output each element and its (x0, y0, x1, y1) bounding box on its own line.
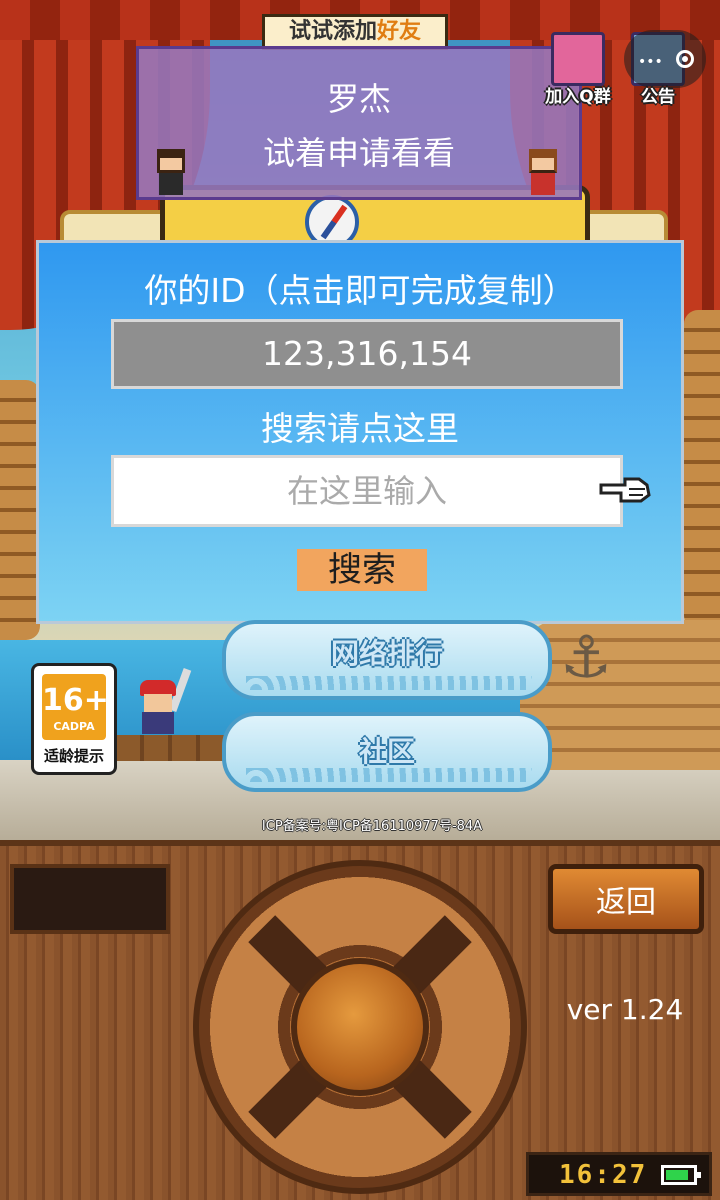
suggested-friend-name: 罗杰 (326, 80, 391, 118)
icp-license-text: ICP备案号:粤ICP备16110977号-84A (261, 819, 483, 834)
back-button[interactable]: 返回 (548, 864, 704, 934)
your-id-copy-box[interactable]: 123,316,154 (111, 319, 623, 389)
friend-avatar-icon (525, 149, 561, 197)
pointing-hand-icon (599, 477, 651, 503)
player-avatar-icon (153, 149, 189, 197)
age-rating-icon: 16+ CADPA (42, 674, 109, 740)
clock: 16:27 (559, 1160, 648, 1190)
qq-group-icon (551, 32, 605, 86)
battery-icon (661, 1165, 701, 1185)
join-qq-group-button[interactable]: 加入Q群 (538, 32, 618, 112)
add-friend-banner: 试试添加好友 (262, 14, 448, 50)
friend-suggestion-panel[interactable]: 罗杰 试着申请看看 (136, 46, 582, 200)
close-target-icon[interactable] (676, 50, 694, 68)
online-ranking-button[interactable]: 网络排行 (222, 620, 552, 700)
online-ranking-label: 网络排行 (330, 637, 443, 670)
age-rating-caption: 适龄提示 (43, 747, 104, 765)
more-dots-icon[interactable]: ••• (638, 54, 663, 70)
join-qq-group-label: 加入Q群 (545, 87, 611, 107)
suggested-friend-hint: 试着申请看看 (262, 134, 455, 172)
banner-title-highlight: 好友 (377, 19, 422, 44)
age-rating-value: 16+ (42, 683, 109, 718)
age-rating-badge[interactable]: 16+ CADPA 适龄提示 (31, 663, 117, 775)
wave-decoration (246, 676, 532, 690)
wave-decoration (246, 768, 532, 782)
anchor-icon: ⚓ (560, 623, 612, 691)
barrel-left (0, 380, 40, 640)
dpad-control[interactable] (193, 860, 527, 1194)
your-id-label: 你的ID（点击即可完成复制） (144, 271, 576, 310)
version-label: ver 1.24 (566, 993, 684, 1026)
pirate-character-icon (136, 667, 192, 736)
status-bar: 16:27 (526, 1152, 712, 1196)
search-input[interactable] (111, 455, 623, 527)
rating-org: CADPA (53, 720, 95, 733)
search-label: 搜索请点这里 (261, 409, 459, 448)
miniprogram-capsule[interactable]: ••• (624, 30, 706, 88)
community-button[interactable]: 社区 (222, 712, 552, 792)
dpad-center-button[interactable] (291, 958, 429, 1096)
banner-title-prefix: 试试添加 (288, 19, 377, 44)
barrel-right (684, 310, 720, 630)
friend-search-dialog: 你的ID（点击即可完成复制） 123,316,154 搜索请点这里 搜索 (36, 240, 684, 624)
search-button[interactable]: 搜索 (297, 549, 427, 591)
console-screen (10, 864, 170, 934)
notice-label: 公告 (641, 87, 675, 107)
console-panel: 返回 ver 1.24 16:27 (0, 840, 720, 1200)
